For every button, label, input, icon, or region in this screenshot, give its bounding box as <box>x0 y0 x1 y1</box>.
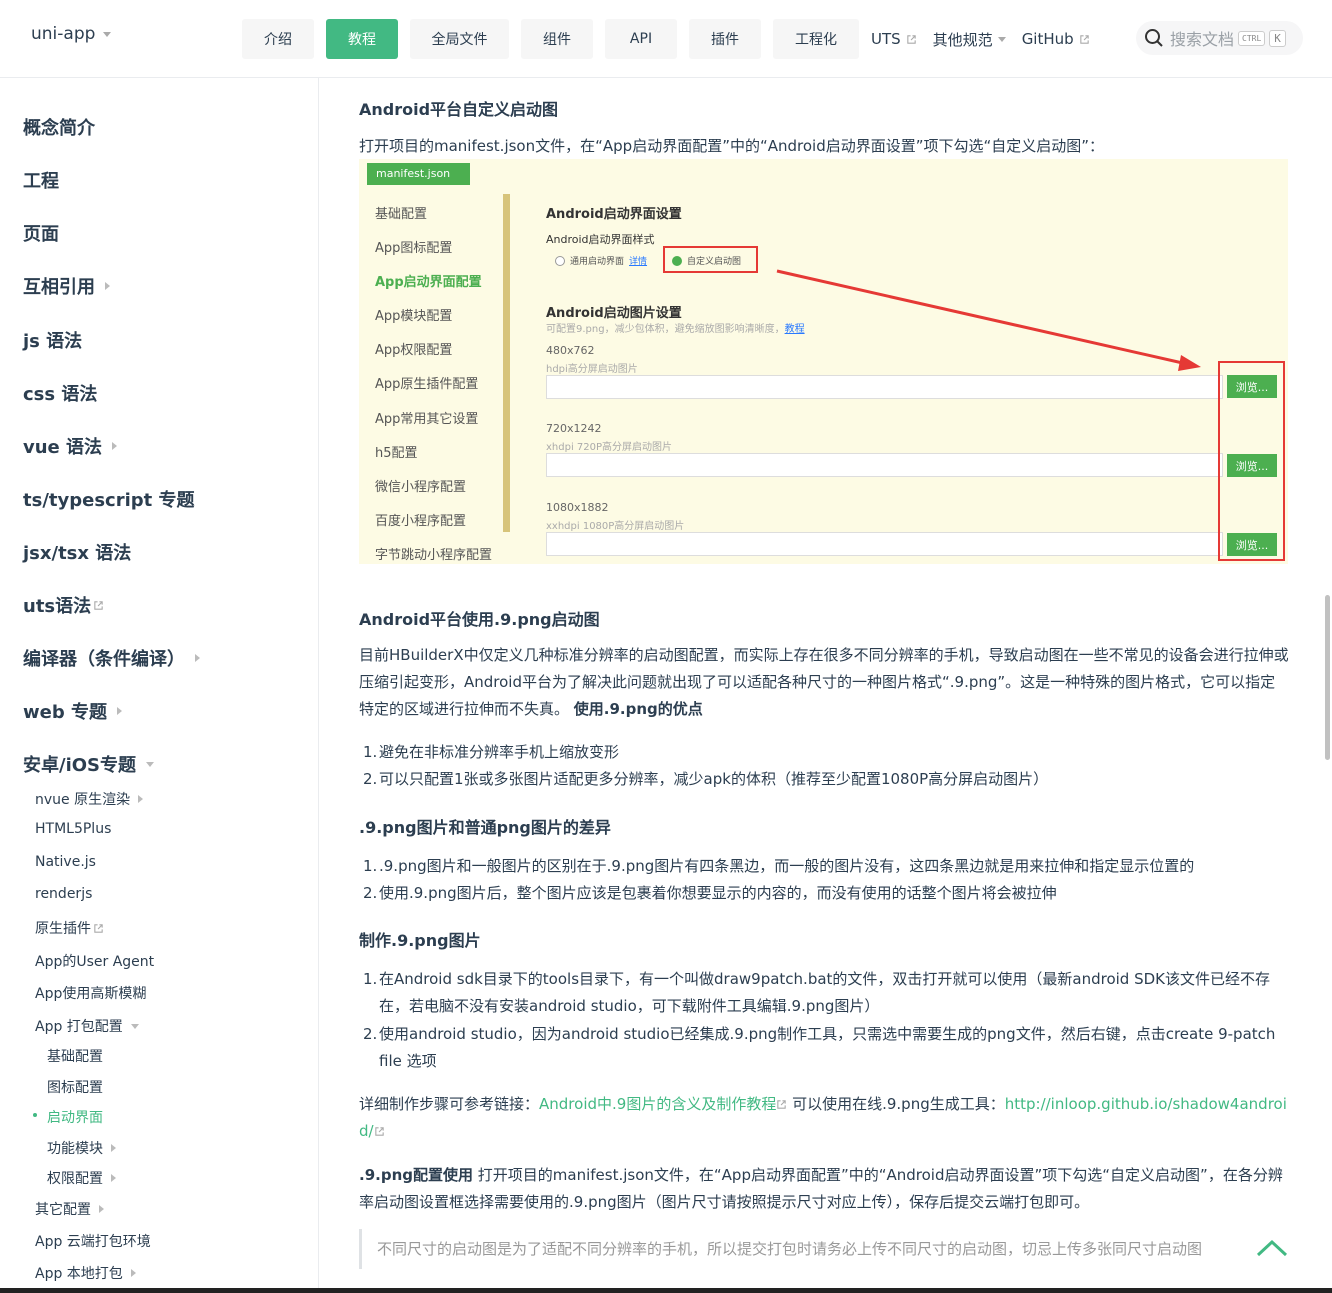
nav-intro[interactable]: 介绍 <box>242 19 314 59</box>
bottom-edge <box>0 1288 1332 1293</box>
main-nav: 介绍 教程 全局文件 组件 API 插件 工程化 UTS 其他规范 GitHub <box>242 19 1106 59</box>
sidebar-item-css[interactable]: css 语法 <box>23 380 97 406</box>
sidebar-item-jsx[interactable]: jsx/tsx 语法 <box>23 539 131 565</box>
nav-tutorial[interactable]: 教程 <box>326 19 398 59</box>
heading-9png: Android平台使用.9.png启动图 <box>359 610 600 629</box>
sidebar-item-js[interactable]: js 语法 <box>23 327 82 353</box>
active-dot <box>33 1113 37 1117</box>
top-navbar: uni-app 介绍 教程 全局文件 组件 API 插件 工程化 UTS 其他规… <box>0 0 1332 78</box>
list-item-adv-2: 2. 可以只配置1张或多张图片适配更多分辨率，减少apk的体积（推荐至少配置108… <box>363 770 1049 788</box>
sidebar-item-pages[interactable]: 页面 <box>23 220 59 246</box>
sidebar-sub-packaging[interactable]: App 打包配置 <box>35 1016 139 1036</box>
sidebar-sub2-basic[interactable]: 基础配置 <box>47 1046 103 1066</box>
list-item-diff-2: 2. 使用.9.png图片后，整个图片应该是包裹着你想要显示的内容的，而没有使用的… <box>363 884 1057 902</box>
sidebar-item-web[interactable]: web 专题 <box>23 698 122 724</box>
search-placeholder: 搜索文档 <box>1170 30 1235 49</box>
chevron-right-icon <box>111 1174 116 1182</box>
sidebar-sub-nvue[interactable]: nvue 原生渲染 <box>35 789 144 809</box>
nav-plugins[interactable]: 插件 <box>689 19 761 59</box>
sidebar-sub2-icon[interactable]: 图标配置 <box>47 1077 103 1097</box>
sidebar-item-uts[interactable]: uts语法 <box>23 592 104 618</box>
sidebar-item-android-ios[interactable]: 安卓/iOS专题 <box>23 751 155 777</box>
sidebar-sub2-splash[interactable]: 启动界面 <box>47 1107 103 1127</box>
chevron-right-icon <box>105 282 110 290</box>
paragraph-detail-links: 详细制作步骤可参考链接：Android中.9图片的含义及制作教程 可以使用在线.… <box>359 1095 1287 1140</box>
sidebar-sub-local-pack[interactable]: App 本地打包 <box>35 1263 136 1283</box>
sidebar-item-ts[interactable]: ts/typescript 专题 <box>23 486 195 512</box>
sidebar: 概念简介 工程 页面 互相引用 js 语法 css 语法 vue 语法 ts/t… <box>0 78 319 1293</box>
sidebar-item-references[interactable]: 互相引用 <box>23 273 110 299</box>
blockquote-tip: 不同尺寸的启动图是为了适配不同分辨率的手机，所以提交打包时请务必上传不同尺寸的启… <box>359 1229 1289 1269</box>
sidebar-item-project[interactable]: 工程 <box>23 167 59 193</box>
chevron-down-icon <box>997 36 1006 42</box>
link-9png-tutorial[interactable]: Android中.9图片的含义及制作教程 <box>539 1095 776 1113</box>
paragraph-9png-config: .9.png配置使用 打开项目的manifest.json文件，在“App启动界… <box>359 1166 1283 1211</box>
sidebar-item-concepts[interactable]: 概念简介 <box>23 114 95 140</box>
kbd-ctrl: CTRL <box>1238 30 1266 46</box>
chevron-down-icon <box>146 761 155 767</box>
sidebar-sub-nativejs[interactable]: Native.js <box>35 854 96 870</box>
page-scrollbar[interactable] <box>1325 595 1330 760</box>
sidebar-sub-html5plus[interactable]: HTML5Plus <box>35 821 111 837</box>
sidebar-sub-cloud-env[interactable]: App 云端打包环境 <box>35 1231 151 1251</box>
search-box[interactable]: 搜索文档 CTRL K <box>1136 21 1303 55</box>
sidebar-sub-user-agent[interactable]: App的User Agent <box>35 951 154 971</box>
chevron-right-icon <box>138 795 144 803</box>
chevron-right-icon <box>117 707 122 715</box>
sidebar-sub2-modules[interactable]: 功能模块 <box>47 1138 116 1158</box>
paragraph-9png: 目前HBuilderX中仅定义几种标准分辨率的启动图配置，而实际上存在很多不同分… <box>359 646 1289 718</box>
red-arrow-icon <box>776 269 1201 371</box>
nav-global-files[interactable]: 全局文件 <box>410 19 509 59</box>
external-link-icon <box>906 34 916 44</box>
sidebar-sub-renderjs[interactable]: renderjs <box>35 886 92 902</box>
back-to-top-icon[interactable] <box>1256 1238 1288 1258</box>
sidebar-sub-native-plugins[interactable]: 原生插件 <box>35 918 104 938</box>
nav-other-specs[interactable]: 其他规范 <box>933 29 1006 50</box>
external-link-icon <box>1079 34 1089 44</box>
chevron-right-icon <box>99 1205 104 1213</box>
heading-diff: .9.png图片和普通png图片的差异 <box>359 818 611 837</box>
external-link-icon <box>94 923 103 933</box>
list-item-make-2: 2. 使用android studio，因为android studio已经集成.… <box>363 1025 1276 1070</box>
paragraph-custom-splash: 打开项目的manifest.json文件，在“App启动界面配置”中的“Andr… <box>359 137 1105 155</box>
brand-name: uni-app <box>31 24 96 44</box>
chevron-right-icon <box>130 1269 136 1277</box>
sidebar-sub-other-config[interactable]: 其它配置 <box>35 1199 104 1219</box>
external-link-icon <box>374 1127 384 1136</box>
chevron-right-icon <box>195 654 200 662</box>
sidebar-sub2-permissions[interactable]: 权限配置 <box>47 1168 116 1188</box>
sidebar-item-vue[interactable]: vue 语法 <box>23 433 118 459</box>
nav-components[interactable]: 组件 <box>521 19 593 59</box>
chevron-right-icon <box>112 442 118 450</box>
list-item-make-1: 1. 在Android sdk目录下的tools目录下，有一个叫做draw9pat… <box>363 970 1271 1015</box>
kbd-k: K <box>1269 29 1286 47</box>
sidebar-item-compiler[interactable]: 编译器（条件编译） <box>23 645 200 671</box>
chevron-down-icon <box>130 1023 139 1029</box>
external-link-icon <box>94 600 103 610</box>
search-icon <box>1145 29 1163 47</box>
brand-dropdown[interactable]: uni-app <box>31 24 112 44</box>
nav-api[interactable]: API <box>605 19 677 59</box>
sidebar-sub-blur[interactable]: App使用高斯模糊 <box>35 983 146 1003</box>
manifest-screenshot: manifest.json 基础配置 App图标配置 App启动界面配置 App… <box>359 159 1288 564</box>
nav-github-link[interactable]: GitHub <box>1022 30 1090 48</box>
nav-uts-link[interactable]: UTS <box>871 30 917 48</box>
nav-engineering[interactable]: 工程化 <box>773 19 859 59</box>
list-item-adv-1: 1. 避免在非标准分辨率手机上缩放变形 <box>363 743 620 761</box>
chevron-right-icon <box>111 1144 116 1152</box>
heading-custom-splash: Android平台自定义启动图 <box>359 100 559 119</box>
chevron-down-icon <box>103 31 112 37</box>
external-link-icon <box>777 1100 787 1109</box>
heading-make: 制作.9.png图片 <box>359 931 481 950</box>
list-item-diff-1: 1. .9.png图片和一般图片的区别在于.9.png图片有四条黑边，而一般的图片… <box>363 857 1195 875</box>
